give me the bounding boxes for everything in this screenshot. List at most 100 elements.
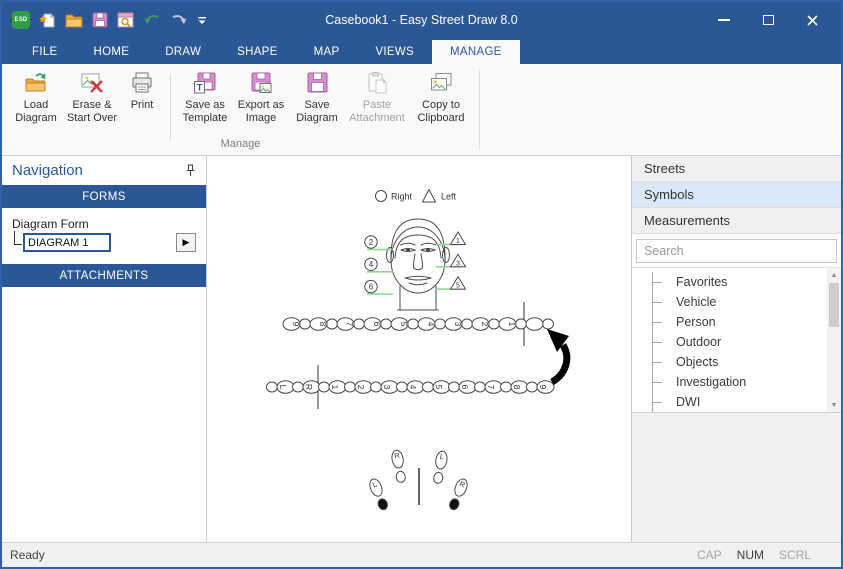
redo-icon[interactable] <box>170 13 188 27</box>
svg-text:3: 3 <box>453 322 463 327</box>
tab-shape[interactable]: SHAPE <box>219 40 296 64</box>
face-drawing[interactable] <box>386 218 450 311</box>
minimize-button[interactable] <box>717 14 731 26</box>
ribbon-separator <box>170 74 171 140</box>
svg-text:2: 2 <box>480 322 490 327</box>
svg-text:4: 4 <box>369 260 374 269</box>
app-logo-icon[interactable]: ESD <box>12 11 30 29</box>
tree-item-investigation[interactable]: Investigation <box>632 372 827 392</box>
svg-text:7: 7 <box>486 385 496 390</box>
quick-access-toolbar: ESD <box>2 11 207 29</box>
scrollbar-thumb[interactable] <box>829 283 839 327</box>
svg-text:1: 1 <box>507 322 517 327</box>
forms-section-header[interactable]: FORMS <box>2 185 206 208</box>
tree-scrollbar[interactable]: ▲ ▼ <box>827 268 841 412</box>
titlebar: ESD Casebook1 - Easy Street Draw 8.0 <box>2 2 841 38</box>
maximize-button[interactable] <box>761 14 775 26</box>
svg-text:5: 5 <box>456 283 460 290</box>
walk-line-bottom[interactable]: L R 1 2 3 4 5 6 7 8 9 <box>266 380 555 394</box>
svg-text:Left: Left <box>441 192 457 202</box>
next-form-button[interactable]: ▶ <box>176 233 196 252</box>
ribbon-group-label: Manage <box>220 138 261 150</box>
svg-text:7: 7 <box>345 322 355 327</box>
tree-item-objects[interactable]: Objects <box>632 352 827 372</box>
ribbon-button-label: Erase & Start Over <box>66 99 118 124</box>
diagram-form-label: Diagram Form <box>12 217 89 231</box>
save-as-template-button[interactable]: T Save as Template <box>177 70 233 125</box>
copy-to-clipboard-button[interactable]: Copy to Clipboard <box>409 70 473 125</box>
qat-customize-icon[interactable] <box>197 16 207 25</box>
legend: Right Left <box>375 188 457 203</box>
tab-home[interactable]: HOME <box>76 40 148 64</box>
ribbon-button-label: Copy to Clipboard <box>417 99 465 124</box>
svg-text:2: 2 <box>369 238 374 247</box>
walk-line-top[interactable]: 9 8 7 6 5 4 3 2 1 <box>282 317 554 331</box>
load-diagram-button[interactable]: Load Diagram <box>8 70 64 125</box>
tree-item-vehicle[interactable]: Vehicle <box>632 292 827 312</box>
ribbon-group-manage: Load Diagram Erase & Start Over Print T … <box>2 64 473 155</box>
save-as-template-icon: T <box>194 72 216 94</box>
tab-file[interactable]: FILE <box>14 40 76 64</box>
paste-attachment-button: Paste Attachment <box>345 70 409 125</box>
save-icon[interactable] <box>92 12 108 28</box>
drawing-canvas[interactable]: Right Left 2 4 6 1 3 5 9 8 7 6 5 4 3 2 1… <box>207 156 631 542</box>
new-document-icon[interactable] <box>39 12 56 29</box>
svg-text:5: 5 <box>399 322 409 327</box>
ribbon-tab-bar: FILE HOME DRAW SHAPE MAP VIEWS MANAGE <box>2 38 841 64</box>
tab-manage[interactable]: MANAGE <box>432 40 520 64</box>
print-button[interactable]: Print <box>120 70 164 112</box>
symbol-search-input[interactable] <box>636 239 837 263</box>
svg-text:6: 6 <box>372 322 382 327</box>
save-diagram-button[interactable]: Save Diagram <box>289 70 345 125</box>
status-bar: Ready CAP NUM SCRL <box>2 542 841 567</box>
tree-elbow-line <box>14 230 22 245</box>
panel-header-measurements[interactable]: Measurements <box>632 208 841 234</box>
diagram-name-input[interactable] <box>23 233 111 252</box>
svg-text:1: 1 <box>330 385 340 390</box>
undo-icon[interactable] <box>143 13 161 27</box>
app-window: ESD Casebook1 - Easy Street Draw 8.0 FIL… <box>0 0 843 569</box>
scroll-down-icon[interactable]: ▼ <box>827 398 841 412</box>
ribbon: Load Diagram Erase & Start Over Print T … <box>2 64 841 156</box>
scroll-lock-indicator: SCRL <box>778 548 811 562</box>
tab-map[interactable]: MAP <box>296 40 358 64</box>
panel-header-streets[interactable]: Streets <box>632 156 841 182</box>
svg-text:5: 5 <box>434 385 444 390</box>
print-preview-icon[interactable] <box>117 12 134 28</box>
svg-text:9: 9 <box>291 322 301 327</box>
erase-start-over-button[interactable]: Erase & Start Over <box>64 70 120 125</box>
tab-views[interactable]: VIEWS <box>357 40 432 64</box>
svg-text:L: L <box>278 385 288 390</box>
symbol-category-tree: Favorites Vehicle Person Outdoor Objects Inve… <box>632 268 841 413</box>
ribbon-button-label: Save as Template <box>182 99 228 124</box>
svg-text:4: 4 <box>426 322 436 327</box>
symbols-panel-empty-area <box>632 413 841 542</box>
svg-text:1: 1 <box>456 238 460 245</box>
panel-header-symbols[interactable]: Symbols <box>632 182 841 208</box>
svg-text:6: 6 <box>369 282 374 291</box>
ribbon-button-label: Paste Attachment <box>349 99 405 124</box>
open-folder-icon[interactable] <box>65 13 83 28</box>
svg-text:3: 3 <box>456 260 460 267</box>
svg-text:3: 3 <box>382 385 392 390</box>
scroll-up-icon[interactable]: ▲ <box>827 268 841 282</box>
ribbon-button-label: Save Diagram <box>296 99 338 124</box>
ribbon-button-label: Export as Image <box>237 99 285 124</box>
close-button[interactable] <box>805 14 819 26</box>
num-lock-indicator: NUM <box>736 548 764 562</box>
tree-item-dwi[interactable]: DWI <box>632 392 827 412</box>
navigation-panel-title: Navigation <box>12 162 83 179</box>
svg-text:4: 4 <box>408 385 418 390</box>
tree-item-favorites[interactable]: Favorites <box>632 272 827 292</box>
tab-draw[interactable]: DRAW <box>147 40 219 64</box>
turn-arrow[interactable] <box>547 329 571 386</box>
copy-to-clipboard-icon <box>431 73 452 91</box>
svg-text:2: 2 <box>356 385 366 390</box>
export-as-image-button[interactable]: Export as Image <box>233 70 289 125</box>
tree-item-outdoor[interactable]: Outdoor <box>632 332 827 352</box>
tree-item-person[interactable]: Person <box>632 312 827 332</box>
navigation-panel: Navigation FORMS Diagram Form ▶ ATTACHME… <box>2 156 207 542</box>
pin-icon[interactable] <box>185 164 196 177</box>
attachments-section-header[interactable]: ATTACHMENTS <box>2 264 206 287</box>
svg-text:9: 9 <box>538 385 548 390</box>
